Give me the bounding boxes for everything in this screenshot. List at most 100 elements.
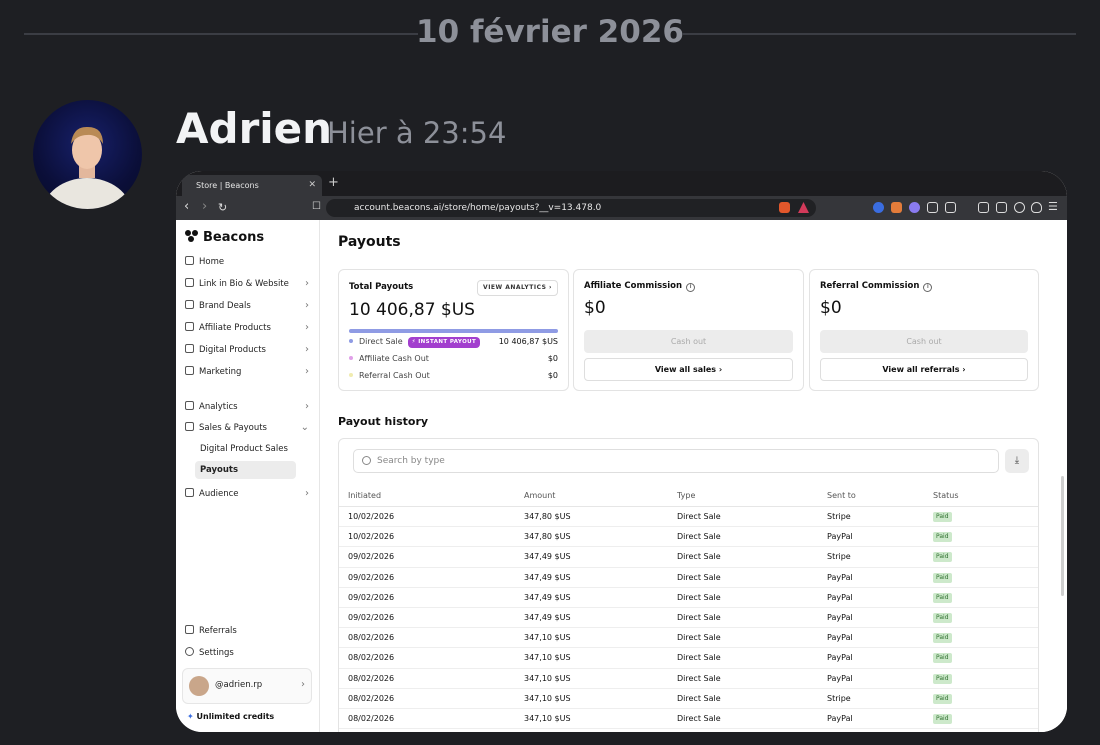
legend-dot — [349, 339, 353, 343]
column-header[interactable]: Amount — [515, 484, 668, 507]
sidebar-item-label: Brand Deals — [199, 301, 251, 311]
legend-label: Direct Sale — [359, 337, 403, 346]
wallet-icon[interactable] — [996, 202, 1007, 213]
column-header[interactable]: Initiated — [339, 484, 515, 507]
payout-history-title: Payout history — [338, 415, 429, 428]
legend-label: Referral Cash Out — [359, 371, 430, 380]
extension-icon[interactable] — [873, 202, 884, 213]
search-input[interactable]: Search by type — [353, 449, 999, 473]
table-cell: 347,80 $US — [515, 506, 668, 528]
status-badge: Paid — [933, 693, 952, 704]
sidebar-item-label: Settings — [199, 648, 234, 658]
table-row[interactable]: 08/02/2026 347,10 $US Direct Sale PayPal Pai… — [339, 668, 1038, 689]
account-switcher[interactable]: @adrien.rp › — [182, 668, 312, 704]
table-cell: Stripe — [818, 688, 924, 709]
sidebar-item-brand-deals[interactable]: Brand Deals › — [185, 298, 309, 314]
gear-icon — [185, 647, 194, 656]
scrollbar[interactable] — [1061, 476, 1064, 596]
table-row[interactable]: 08/02/2026 347,10 $US Direct Sale PayPal Pai… — [339, 708, 1038, 730]
cash-out-button[interactable]: Cash out — [584, 330, 793, 353]
sidebar-item-settings[interactable]: Settings — [185, 645, 309, 661]
table-cell: PayPal — [818, 567, 924, 588]
forward-icon[interactable]: › — [202, 199, 207, 214]
table-cell: 09/02/2026 — [339, 567, 515, 588]
brave-shield-icon[interactable] — [779, 202, 790, 213]
view-all-referrals-button[interactable]: View all referrals › — [820, 358, 1028, 381]
shield-icon[interactable] — [1031, 202, 1042, 213]
table-cell: 08/02/2026 — [339, 708, 515, 730]
cash-out-button[interactable]: Cash out — [820, 330, 1028, 353]
back-icon[interactable]: ‹ — [184, 199, 189, 214]
sidebar-item-label: Link in Bio & Website — [199, 279, 289, 289]
sidebar-item-label: Analytics — [199, 402, 238, 412]
view-all-sales-button[interactable]: View all sales › — [584, 358, 793, 381]
view-analytics-button[interactable]: VIEW ANALYTICS › — [477, 280, 558, 296]
extension-icon[interactable] — [891, 202, 902, 213]
sidebar-item-analytics[interactable]: Analytics › — [185, 399, 309, 415]
info-icon[interactable]: i — [923, 283, 933, 292]
column-header[interactable]: Status — [924, 484, 1038, 507]
credits-link[interactable]: ✦ Unlimited credits — [187, 712, 274, 721]
table-cell: 347,10 $US — [515, 688, 668, 709]
avatar[interactable] — [33, 100, 142, 209]
sidebar-subitem-digital-product-sales[interactable]: Digital Product Sales — [200, 440, 296, 458]
search-placeholder: Search by type — [377, 456, 445, 466]
table-row[interactable]: 10/02/2026 347,80 $US Direct Sale PayPal Pai… — [339, 526, 1038, 548]
table-cell: 08/02/2026 — [339, 647, 515, 669]
table-cell: 08/02/2026 — [339, 627, 515, 649]
card-title: Total Payouts — [349, 282, 414, 292]
table-row[interactable]: 09/02/2026 347,49 $US Direct Sale PayPal Pai… — [339, 587, 1038, 608]
table-cell: 347,26 $US — [515, 728, 668, 732]
sidebar-item-digital-products[interactable]: Digital Products › — [185, 342, 309, 358]
table-row[interactable]: 09/02/2026 347,49 $US Direct Sale PayPal Pai… — [339, 567, 1038, 588]
sidebar-item-home[interactable]: Home — [185, 254, 309, 270]
sidebar-item-affiliate-products[interactable]: Affiliate Products › — [185, 320, 309, 336]
legend-direct-sale: Direct Sale ⚡ INSTANT PAYOUT 10 406,87 $U… — [349, 334, 558, 350]
new-tab-icon[interactable]: + — [328, 175, 339, 190]
author-name[interactable]: Adrien — [176, 104, 332, 153]
date-separator: 10 février 2026 — [24, 14, 1076, 54]
chevron-right-icon: › — [305, 278, 309, 289]
sidebar-item-audience[interactable]: Audience › — [185, 486, 309, 502]
table-row[interactable]: 08/02/2026 347,10 $US Direct Sale PayPal Pai… — [339, 627, 1038, 649]
gift-icon — [185, 625, 194, 634]
cart-icon — [185, 422, 194, 431]
extension-icon[interactable] — [909, 202, 920, 213]
column-header[interactable]: Sent to — [818, 484, 924, 507]
referral-amount: $0 — [820, 298, 842, 318]
chevron-right-icon: › — [305, 488, 309, 499]
beacons-page: Beacons Home Link in Bio & Website › Bran… — [176, 220, 1067, 732]
sidebar-subitem-payouts[interactable]: Payouts — [195, 461, 296, 479]
sidebar-item-marketing[interactable]: Marketing › — [185, 364, 309, 380]
column-header[interactable]: Type — [668, 484, 818, 507]
bookmark-icon[interactable]: ☐ — [312, 201, 321, 212]
table-cell: 09/02/2026 — [339, 587, 515, 608]
chevron-right-icon: › — [305, 366, 309, 377]
table-row[interactable]: 09/02/2026 347,49 $US Direct Sale PayPal Pai… — [339, 607, 1038, 629]
sidebar-item-link-in-bio[interactable]: Link in Bio & Website › — [185, 276, 309, 292]
download-button[interactable]: ⤓ — [1005, 449, 1029, 473]
menu-icon[interactable]: ☰ — [1048, 200, 1058, 213]
table-row[interactable]: 10/02/2026 347,80 $US Direct Sale Stripe Pai… — [339, 506, 1038, 528]
address-bar[interactable]: account.beacons.ai/store/home/payouts?__… — [326, 199, 816, 217]
puzzle-icon[interactable] — [927, 202, 938, 213]
tab-close-icon[interactable]: ✕ — [308, 175, 316, 196]
status-cell: Paid — [924, 647, 1038, 669]
screenshot-attachment[interactable]: Store | Beacons ✕ + ‹ › ↻ ☐ account.beac… — [176, 171, 1067, 732]
browser-tab[interactable]: Store | Beacons ✕ — [182, 175, 322, 196]
table-row[interactable]: 08/02/2026 347,10 $US Direct Sale PayPal Pai… — [339, 647, 1038, 669]
table-cell: PayPal — [818, 728, 924, 732]
sidebar-item-sales-payouts[interactable]: Sales & Payouts ⌄ — [185, 420, 309, 436]
status-badge: Paid — [933, 713, 952, 724]
screenshot-icon[interactable] — [945, 202, 956, 213]
info-icon[interactable]: i — [686, 283, 696, 292]
leo-icon[interactable] — [1014, 202, 1025, 213]
table-row[interactable]: 09/02/2026 347,49 $US Direct Sale Stripe Pai… — [339, 546, 1038, 568]
brand-logo[interactable]: Beacons — [185, 230, 264, 245]
reload-icon[interactable]: ↻ — [218, 201, 227, 214]
sidebar-item-referrals[interactable]: Referrals — [185, 623, 309, 639]
table-row[interactable]: 08/02/2026 347,10 $US Direct Sale Stripe Pai… — [339, 688, 1038, 709]
table-cell: PayPal — [818, 627, 924, 649]
sidebar-toggle-icon[interactable] — [978, 202, 989, 213]
table-row[interactable]: 07/02/2026347,26 $USDirect SalePayPalPai… — [339, 728, 1038, 732]
